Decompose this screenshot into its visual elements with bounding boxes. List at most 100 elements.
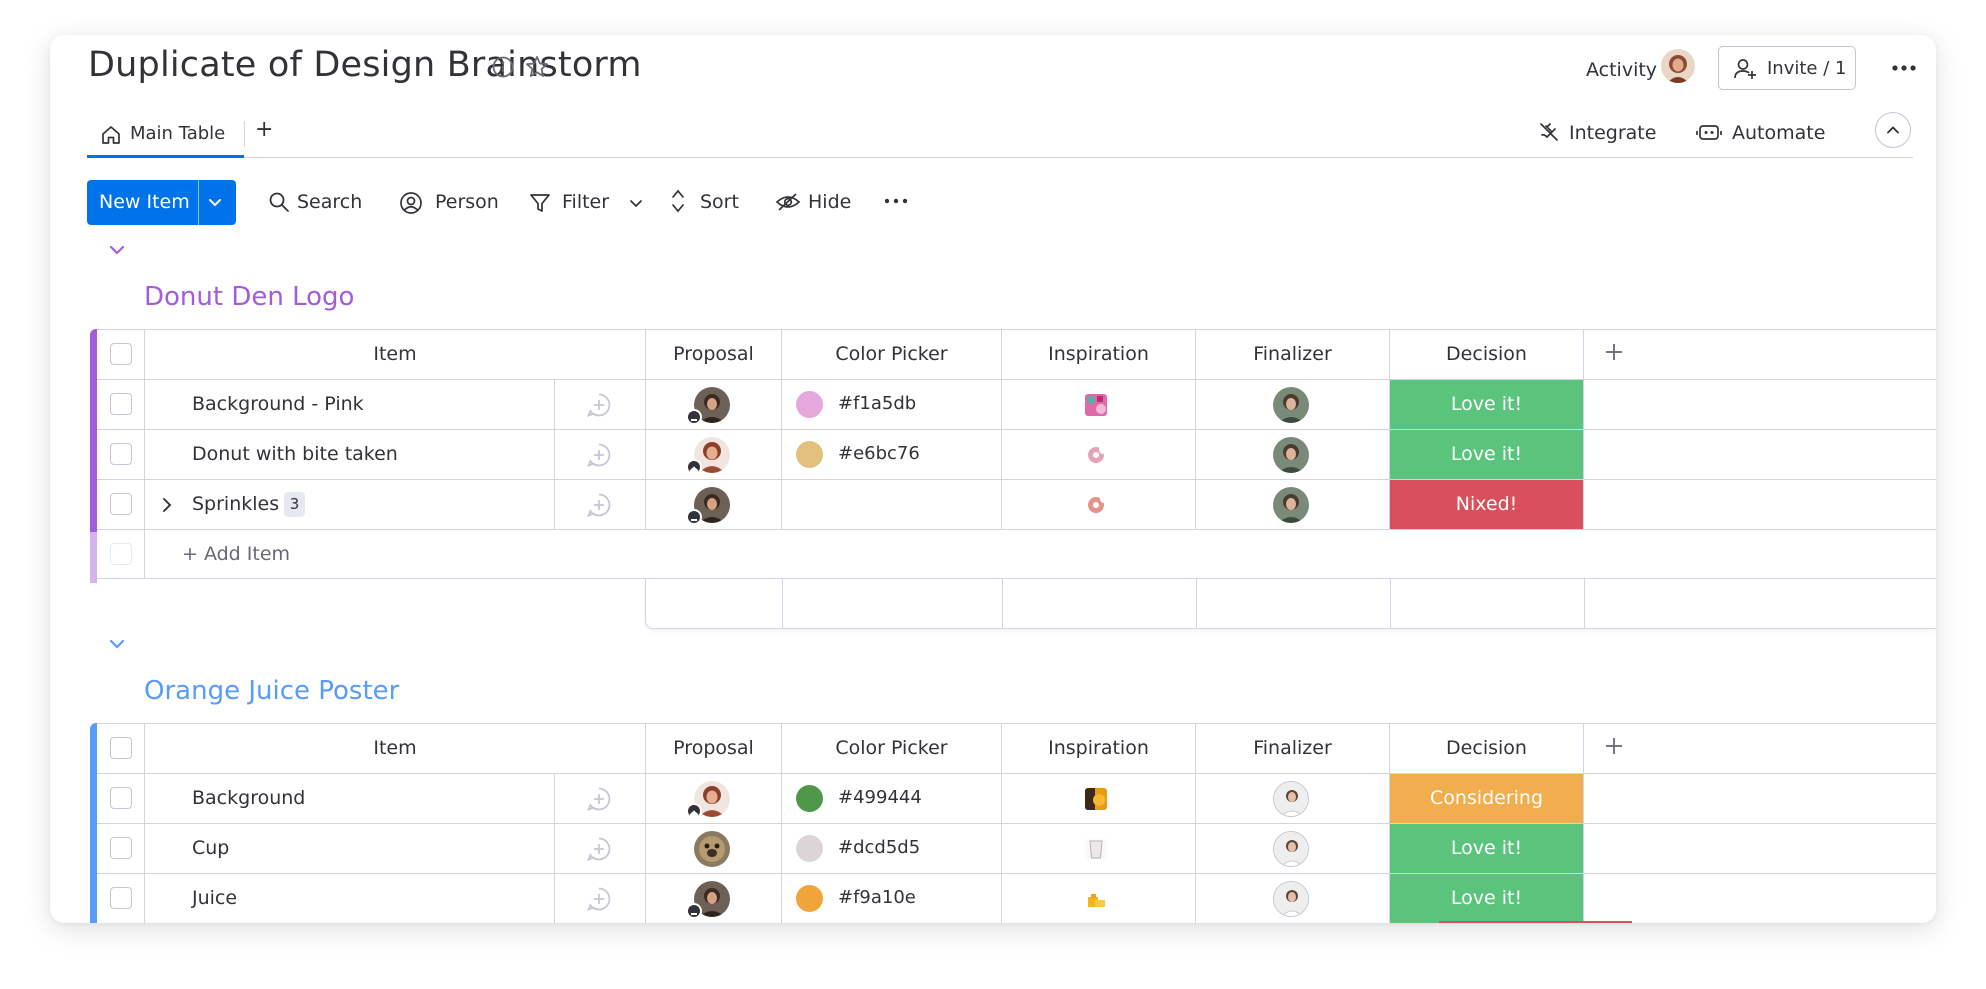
add-update-icon[interactable] [586, 886, 612, 912]
tab-main-table[interactable]: Main Table [87, 117, 244, 158]
column-header-proposal[interactable]: Proposal [645, 724, 781, 773]
item-name-cell[interactable]: Cup [144, 824, 554, 873]
column-header-decision[interactable]: Decision [1389, 724, 1583, 773]
sort-button[interactable]: Sort [668, 181, 758, 223]
table-row[interactable]: Background #499444 Considering [97, 773, 1936, 823]
group-title-donut-den-logo[interactable]: Donut Den Logo [144, 282, 354, 312]
chevron-down-icon[interactable] [205, 192, 225, 212]
item-name-cell[interactable]: Background [144, 774, 554, 823]
row-checkbox[interactable] [110, 837, 132, 859]
hide-button[interactable]: Hide [775, 181, 855, 223]
pink-pattern-thumbnail[interactable] [1085, 394, 1107, 416]
add-update-icon[interactable] [586, 836, 612, 862]
orange-photo-thumbnail[interactable] [1085, 788, 1107, 810]
filter-button[interactable]: Filter [528, 181, 653, 223]
decision-cell[interactable]: Nixed! [1389, 480, 1583, 529]
column-header-color-picker[interactable]: Color Picker [781, 330, 1001, 379]
column-header-inspiration[interactable]: Inspiration [1001, 724, 1195, 773]
inspiration-cell[interactable] [1001, 874, 1195, 923]
donut-thumbnail[interactable] [1085, 444, 1107, 466]
select-all-checkbox[interactable] [110, 343, 132, 365]
chevron-right-icon[interactable] [159, 496, 175, 514]
proposal-cell[interactable] [645, 824, 781, 873]
column-header-inspiration[interactable]: Inspiration [1001, 330, 1195, 379]
updates-cell[interactable] [554, 874, 645, 923]
item-name-cell[interactable]: Juice [144, 874, 554, 923]
donut-thumbnail[interactable] [1085, 494, 1107, 516]
row-checkbox[interactable] [110, 493, 132, 515]
item-name-cell[interactable]: Donut with bite taken [144, 430, 554, 479]
add-column-icon[interactable] [1604, 342, 1624, 362]
collapse-header-button[interactable] [1875, 112, 1911, 148]
proposal-cell[interactable] [645, 380, 781, 429]
decision-cell[interactable]: Considering [1389, 774, 1583, 823]
proposal-cell[interactable] [645, 480, 781, 529]
more-toolbar-icon[interactable] [883, 193, 909, 209]
inspiration-cell[interactable] [1001, 430, 1195, 479]
new-item-button[interactable]: New Item [87, 180, 236, 225]
column-header-item[interactable]: Item [144, 330, 645, 379]
group-title-orange-juice-poster[interactable]: Orange Juice Poster [144, 676, 399, 706]
row-checkbox[interactable] [110, 393, 132, 415]
proposal-cell[interactable] [645, 774, 781, 823]
decision-cell[interactable]: Love it! [1389, 380, 1583, 429]
star-icon[interactable] [524, 54, 550, 80]
updates-cell[interactable] [554, 824, 645, 873]
finalizer-cell[interactable] [1195, 480, 1389, 529]
color-picker-cell[interactable]: #e6bc76 [781, 430, 1001, 479]
column-header-finalizer[interactable]: Finalizer [1195, 330, 1389, 379]
decision-cell[interactable]: Love it! [1389, 430, 1583, 479]
add-update-icon[interactable] [586, 492, 612, 518]
color-picker-cell[interactable]: #499444 [781, 774, 1001, 823]
updates-cell[interactable] [554, 480, 645, 529]
updates-cell[interactable] [554, 774, 645, 823]
invite-button[interactable]: Invite / 1 [1718, 46, 1856, 90]
column-header-proposal[interactable]: Proposal [645, 330, 781, 379]
add-update-icon[interactable] [586, 786, 612, 812]
item-name-cell[interactable]: Sprinkles 3 [144, 480, 554, 529]
group-collapse-icon[interactable] [107, 240, 127, 260]
column-header-decision[interactable]: Decision [1389, 330, 1583, 379]
table-row[interactable]: Cup #dcd5d5 Love it! [97, 823, 1936, 873]
search-button[interactable]: Search [268, 181, 368, 223]
color-picker-cell[interactable]: #f1a5db [781, 380, 1001, 429]
finalizer-cell[interactable] [1195, 774, 1389, 823]
select-all-checkbox[interactable] [110, 737, 132, 759]
add-item-input[interactable]: + Add Item [182, 543, 290, 565]
color-picker-cell[interactable]: #f9a10e [781, 874, 1001, 923]
add-column-icon[interactable] [1604, 736, 1624, 756]
finalizer-cell[interactable] [1195, 824, 1389, 873]
add-update-icon[interactable] [586, 392, 612, 418]
proposal-cell[interactable] [645, 874, 781, 923]
table-row[interactable]: Juice #f9a10e Love it! [97, 873, 1936, 923]
group-collapse-icon[interactable] [107, 634, 127, 654]
inspiration-cell[interactable] [1001, 824, 1195, 873]
decision-cell[interactable]: Love it! [1389, 824, 1583, 873]
row-checkbox[interactable] [110, 787, 132, 809]
inspiration-cell[interactable] [1001, 380, 1195, 429]
person-filter-button[interactable]: Person [399, 181, 499, 223]
add-view-button[interactable]: + [255, 117, 281, 147]
updates-cell[interactable] [554, 380, 645, 429]
finalizer-cell[interactable] [1195, 380, 1389, 429]
add-update-icon[interactable] [586, 442, 612, 468]
table-row[interactable]: Donut with bite taken #e6bc76 Love it! [97, 429, 1936, 479]
row-checkbox[interactable] [110, 443, 132, 465]
table-row[interactable]: Sprinkles 3 Nixed! [97, 479, 1936, 529]
color-picker-cell[interactable]: #dcd5d5 [781, 824, 1001, 873]
add-item-row[interactable]: + Add Item [97, 529, 1936, 579]
finalizer-cell[interactable] [1195, 430, 1389, 479]
table-row[interactable]: Background - Pink #f1a5db Love it! [97, 379, 1936, 429]
inspiration-cell[interactable] [1001, 774, 1195, 823]
inspiration-cell[interactable] [1001, 480, 1195, 529]
finalizer-cell[interactable] [1195, 874, 1389, 923]
proposal-cell[interactable] [645, 430, 781, 479]
info-icon[interactable] [490, 54, 516, 80]
cup-thumbnail[interactable] [1085, 838, 1107, 860]
column-header-finalizer[interactable]: Finalizer [1195, 724, 1389, 773]
decision-cell[interactable]: Love it! [1389, 874, 1583, 923]
juice-thumbnail[interactable] [1085, 888, 1107, 910]
avatar[interactable] [1661, 49, 1695, 83]
board-title[interactable]: Duplicate of Design Brainstorm [88, 45, 642, 85]
column-header-item[interactable]: Item [144, 724, 645, 773]
